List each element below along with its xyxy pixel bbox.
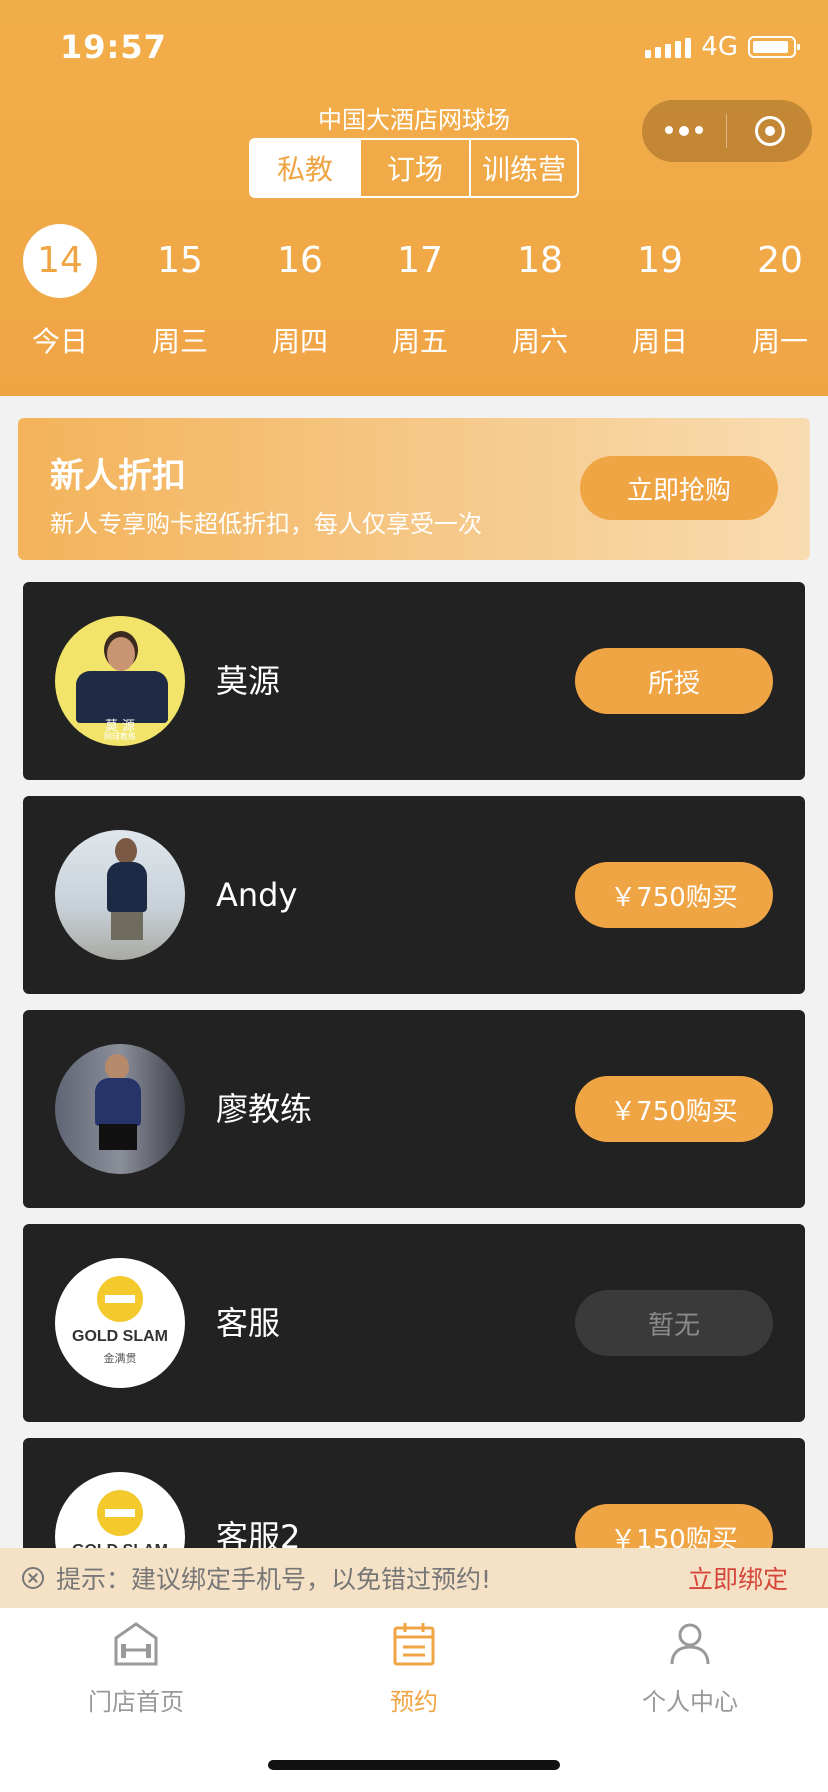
coach-card[interactable]: Andy ￥750购买 bbox=[23, 796, 805, 994]
date-weekday: 周六 bbox=[511, 325, 568, 358]
coach-face bbox=[107, 637, 135, 671]
coach-head bbox=[105, 1054, 129, 1080]
date-number: 20 bbox=[757, 240, 803, 281]
mode-tabs: 私教 订场 训练营 bbox=[249, 138, 579, 198]
promo-title: 新人折扣 bbox=[50, 456, 186, 496]
coach-avatar: 莫 源 网球教练 bbox=[55, 616, 185, 746]
close-circle-icon[interactable] bbox=[22, 1567, 44, 1589]
date-number: 15 bbox=[157, 240, 203, 281]
booking-page: 19:57 4G 中国大酒店网球场 私教 订场 训练营 14 今日 15 周三 … bbox=[0, 0, 828, 1792]
date-item[interactable]: 20 周一 bbox=[720, 224, 828, 360]
date-number: 19 bbox=[637, 240, 683, 281]
buy-button[interactable]: ￥750购买 bbox=[575, 1076, 773, 1142]
tab-training-camp[interactable]: 训练营 bbox=[471, 140, 577, 196]
calendar-icon bbox=[393, 1623, 435, 1666]
coach-card[interactable]: 莫 源 网球教练 莫源 所授 bbox=[23, 582, 805, 780]
tab-label: 预约 bbox=[390, 1688, 438, 1716]
target-icon bbox=[754, 116, 785, 146]
date-item[interactable]: 16 周四 bbox=[240, 224, 360, 360]
promo-subtitle: 新人专享购卡超低折扣，每人仅享受一次 bbox=[50, 510, 482, 538]
grab-now-button[interactable]: 立即抢购 bbox=[580, 456, 778, 520]
date-weekday: 周五 bbox=[391, 325, 448, 358]
date-number: 17 bbox=[397, 240, 443, 281]
date-item[interactable]: 18 周六 bbox=[480, 224, 600, 360]
date-weekday: 周三 bbox=[151, 325, 208, 358]
coach-name: 客服 bbox=[216, 1304, 281, 1342]
status-time: 19:57 bbox=[60, 28, 167, 66]
date-weekday: 周四 bbox=[271, 325, 328, 358]
coach-shorts bbox=[111, 912, 143, 940]
status-indicators: 4G bbox=[645, 32, 800, 62]
date-number: 16 bbox=[277, 240, 323, 281]
coach-shirt bbox=[107, 862, 147, 912]
coach-shorts bbox=[99, 1124, 137, 1150]
date-selector: 14 今日 15 周三 16 周四 17 周五 18 周六 19 周日 20 周… bbox=[0, 224, 828, 364]
coach-action-button[interactable]: 所授 bbox=[575, 648, 773, 714]
date-weekday: 周日 bbox=[631, 325, 688, 358]
header: 19:57 4G 中国大酒店网球场 私教 订场 训练营 14 今日 15 周三 … bbox=[0, 0, 828, 396]
coach-shirt bbox=[95, 1078, 141, 1126]
gold-slam-logo-avatar: GOLD SLAM 金满贯 bbox=[55, 1258, 185, 1388]
unavailable-button: 暂无 bbox=[575, 1290, 773, 1356]
tab-label: 门店首页 bbox=[88, 1688, 184, 1716]
date-number: 14 bbox=[23, 224, 97, 298]
logo-text: GOLD SLAM bbox=[72, 1328, 168, 1345]
coach-avatar bbox=[55, 1044, 185, 1174]
miniprogram-capsule bbox=[642, 100, 812, 162]
store-icon bbox=[114, 1622, 158, 1666]
tab-label: 个人中心 bbox=[642, 1688, 738, 1716]
new-user-promo-banner: 新人折扣 新人专享购卡超低折扣，每人仅享受一次 立即抢购 bbox=[18, 418, 810, 560]
battery-icon bbox=[748, 36, 800, 58]
tab-private-coach[interactable]: 私教 bbox=[251, 140, 361, 196]
coach-name: 莫源 bbox=[216, 662, 281, 700]
coach-avatar bbox=[55, 830, 185, 960]
tab-court-booking[interactable]: 订场 bbox=[361, 140, 471, 196]
coach-head bbox=[115, 838, 137, 864]
date-item[interactable]: 17 周五 bbox=[360, 224, 480, 360]
date-weekday: 周一 bbox=[751, 325, 808, 358]
bind-now-link[interactable]: 立即绑定 bbox=[688, 1560, 788, 1596]
buy-button[interactable]: ￥750购买 bbox=[575, 862, 773, 928]
more-icon[interactable] bbox=[642, 126, 726, 136]
tab-store-home[interactable]: 门店首页 bbox=[36, 1620, 236, 1717]
tab-booking[interactable]: 预约 bbox=[314, 1620, 514, 1717]
person-icon bbox=[670, 1623, 710, 1665]
home-indicator bbox=[268, 1760, 560, 1770]
gold-slam-logo-icon bbox=[97, 1490, 143, 1536]
coach-card[interactable]: 廖教练 ￥750购买 bbox=[23, 1010, 805, 1208]
date-item[interactable]: 19 周日 bbox=[600, 224, 720, 360]
tip-text: 提示：建议绑定手机号，以免错过预约! bbox=[56, 1565, 492, 1594]
gold-slam-logo-icon bbox=[97, 1276, 143, 1322]
date-number: 18 bbox=[517, 240, 563, 281]
network-type: 4G bbox=[701, 32, 738, 62]
coach-name: 廖教练 bbox=[216, 1090, 313, 1128]
avatar-caption-sub: 网球教练 bbox=[104, 732, 136, 741]
coach-name: Andy bbox=[216, 876, 298, 914]
bind-phone-tip-bar: 提示：建议绑定手机号，以免错过预约! 立即绑定 bbox=[0, 1548, 828, 1608]
signal-icon bbox=[645, 36, 692, 58]
close-miniprogram-button[interactable] bbox=[727, 116, 812, 146]
coach-card[interactable]: GOLD SLAM 金满贯 客服 暂无 bbox=[23, 1224, 805, 1422]
date-item[interactable]: 15 周三 bbox=[120, 224, 240, 360]
logo-cn-text: 金满贯 bbox=[103, 1352, 137, 1365]
tab-personal-center[interactable]: 个人中心 bbox=[590, 1620, 790, 1717]
date-weekday: 今日 bbox=[31, 325, 88, 358]
date-item[interactable]: 14 今日 bbox=[0, 224, 120, 360]
